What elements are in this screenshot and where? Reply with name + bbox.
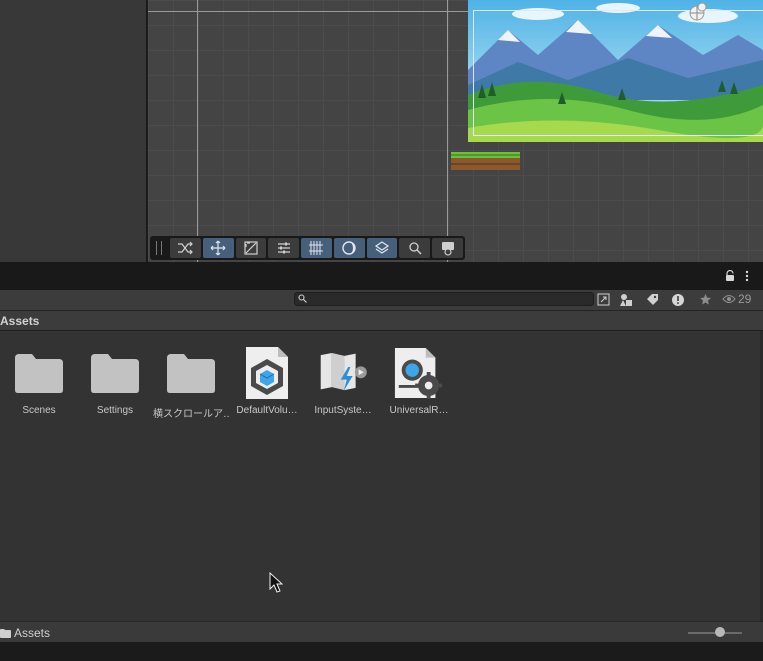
folder-icon — [91, 354, 139, 393]
shuffle-tool-button[interactable] — [169, 238, 201, 258]
move-icon — [210, 240, 226, 256]
footer-path-label: Assets — [14, 626, 51, 640]
star-icon — [699, 294, 711, 305]
asset-item-settings[interactable]: Settings — [77, 345, 153, 425]
move-tool-button[interactable] — [202, 238, 234, 258]
zoom-icon — [409, 242, 422, 255]
warning-icon — [672, 293, 684, 306]
project-search-field[interactable] — [294, 292, 594, 306]
project-footer: Assets — [0, 621, 763, 642]
asset-item-input-system-actions[interactable]: InputSyste… — [305, 345, 381, 425]
scene-overlay-toolbar — [150, 236, 465, 260]
scene-camera-icon — [441, 242, 454, 256]
filter-by-label-button[interactable] — [642, 291, 662, 308]
icon-size-slider[interactable] — [688, 627, 742, 637]
layers-toggle-button[interactable] — [366, 238, 398, 258]
volume-profile-icon — [246, 347, 288, 399]
toolbar-grip-handle[interactable] — [156, 241, 162, 255]
search-icon — [298, 294, 307, 303]
moon-icon — [342, 241, 356, 255]
hierarchy-panel-strip — [0, 0, 146, 262]
lighting-toggle-button[interactable] — [333, 238, 365, 258]
asset-item-default-volume-profile[interactable]: DefaultVolu… — [229, 345, 305, 425]
camera-frame — [473, 10, 763, 136]
more-options-icon[interactable] — [744, 270, 750, 282]
scene-guide-line — [197, 0, 198, 262]
favorites-button[interactable] — [695, 291, 715, 308]
footer-path[interactable]: Assets — [0, 626, 50, 640]
search-by-type-button[interactable] — [593, 291, 613, 308]
breadcrumb-assets[interactable]: Assets — [0, 314, 39, 328]
hidden-count-label: 29 — [738, 292, 752, 306]
shapes-filter-icon — [620, 293, 632, 306]
zoom-tool-button[interactable] — [399, 238, 431, 258]
folder-icon — [0, 628, 11, 638]
breadcrumb: Assets — [0, 310, 763, 330]
camera-gizmo-icon[interactable] — [688, 2, 708, 22]
input-actions-icon — [320, 352, 367, 391]
folder-icon — [15, 354, 63, 393]
scene-guide-line — [447, 0, 448, 262]
asset-label: Settings — [96, 405, 134, 416]
open-in-window-icon — [597, 293, 609, 306]
asset-label: Scenes — [22, 405, 56, 416]
eye-icon — [722, 295, 736, 303]
folder-icon — [167, 354, 215, 393]
filter-by-type-button[interactable] — [616, 291, 636, 308]
rect-transform-tool-button[interactable] — [235, 238, 267, 258]
lock-icon[interactable] — [724, 270, 736, 282]
scene-camera-button[interactable] — [432, 238, 463, 258]
render-pipeline-asset-icon — [394, 347, 443, 399]
settings-sliders-button[interactable] — [268, 238, 300, 258]
grid-snap-button[interactable] — [301, 238, 332, 258]
layers-icon — [374, 241, 390, 254]
ground-platform-sprite[interactable] — [451, 152, 520, 170]
hidden-packages-toggle[interactable]: 29 — [722, 292, 751, 306]
project-window-tab-bar — [0, 262, 763, 290]
slider-thumb[interactable] — [715, 627, 726, 637]
grid-snap-icon — [309, 241, 324, 255]
asset-label: 横スクロールア… — [153, 409, 229, 420]
console-error-filter-button[interactable] — [668, 291, 688, 308]
asset-label: InputSyste… — [314, 405, 372, 416]
sliders-icon — [277, 242, 290, 254]
asset-label: DefaultVolu… — [236, 405, 298, 416]
status-bar — [0, 642, 763, 661]
asset-label: UniversalR… — [389, 405, 449, 416]
rect-transform-icon — [244, 241, 258, 255]
asset-item-scenes[interactable]: Scenes — [1, 345, 77, 425]
tag-icon — [646, 294, 658, 305]
shuffle-icon — [178, 241, 194, 255]
scene-view[interactable] — [148, 0, 763, 262]
search-input[interactable] — [309, 293, 579, 305]
mouse-cursor-icon — [269, 572, 283, 593]
asset-item-side-scroll-folder[interactable]: 横スクロールア… — [153, 345, 229, 425]
asset-item-universal-render-pipeline[interactable]: UniversalR… — [381, 345, 457, 425]
